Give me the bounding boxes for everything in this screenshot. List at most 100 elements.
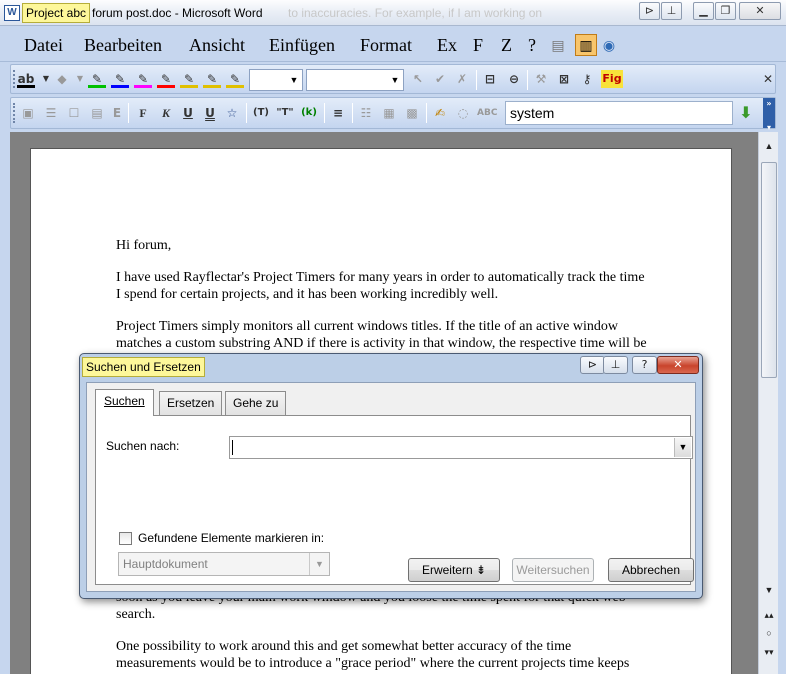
menu-format[interactable]: Format [360, 35, 412, 56]
green-down-arrow-icon[interactable]: ⬇ [737, 104, 755, 122]
menu-bar: Datei Bearbeiten Ansicht Einfügen Format… [0, 28, 786, 62]
tab-ersetzen[interactable]: Ersetzen [159, 391, 223, 415]
highlight-checkbox[interactable] [119, 532, 132, 545]
double-underline-icon[interactable]: U [201, 104, 219, 122]
paste-icon[interactable]: ▤ [88, 104, 106, 122]
weitersuchen-button[interactable]: Weitersuchen [512, 558, 594, 582]
scroll-down-icon[interactable]: ▼ [759, 582, 779, 598]
save-icon[interactable]: ▣ [19, 104, 37, 122]
document-text-bottom[interactable]: soon as you leave your main work window … [116, 589, 648, 674]
menu-datei[interactable]: Datei [24, 35, 63, 56]
edit-note-icon[interactable]: ✍ [431, 104, 449, 122]
chevron-down-icon[interactable]: ▼ [71, 70, 89, 88]
dialog-pin-arrow-button[interactable]: ⊳ [580, 356, 605, 374]
doc-paragraph[interactable]: I have used Rayflectar's Project Timers … [116, 269, 648, 303]
align-right-icon[interactable]: ≡ [329, 104, 347, 122]
green-marker-icon[interactable]: ✎ [88, 70, 106, 88]
close-icon[interactable]: ✕ [759, 70, 777, 88]
yellow-marker-alt-icon[interactable]: ✎ [203, 70, 221, 88]
dialog-pin-button[interactable]: ⊥ [603, 356, 628, 374]
toolbar-grip[interactable] [13, 103, 16, 123]
text-caret [232, 440, 233, 455]
box-icon[interactable]: ☐ [65, 104, 83, 122]
dialog-help-button[interactable]: ? [632, 356, 657, 374]
italic-icon[interactable]: K [157, 104, 175, 122]
browse-object-icon[interactable]: ○ [759, 625, 779, 641]
k-field-icon[interactable]: (k) [300, 104, 318, 122]
pin-arrow-button[interactable]: ⊳ [639, 2, 660, 20]
bold-icon[interactable]: F [134, 104, 152, 122]
dialog-close-button[interactable]: ✕ [657, 356, 699, 374]
outline-icon[interactable]: ☰ [42, 104, 60, 122]
toolbar-separator [527, 70, 528, 90]
spellcheck-icon[interactable]: ABC [477, 104, 497, 122]
erweitern-button[interactable]: Erweitern ⇟ [408, 558, 500, 582]
pointer-icon[interactable]: ↖ [409, 70, 427, 88]
previous-page-icon[interactable]: ▴▴ [759, 607, 779, 623]
field-t-icon[interactable]: (T) [252, 104, 270, 122]
doc-paragraph[interactable]: One possibility to work around this and … [116, 638, 648, 672]
scroll-up-icon[interactable]: ▲ [759, 138, 779, 154]
menu-bearbeiten[interactable]: Bearbeiten [84, 35, 162, 56]
close-window-button[interactable]: ✕ [739, 2, 781, 20]
star-icon[interactable]: ☆ [223, 104, 241, 122]
printer-icon[interactable]: ▤ [549, 37, 567, 53]
minimize-button[interactable]: ▁ [693, 2, 714, 20]
fig-icon[interactable]: Fig [601, 70, 623, 88]
yellow-marker-third-icon[interactable]: ✎ [226, 70, 244, 88]
abbrechen-button[interactable]: Abbrechen [608, 558, 694, 582]
search-input[interactable]: system [505, 101, 733, 125]
doc-paragraph[interactable]: Hi forum, [116, 237, 648, 254]
vertical-scrollbar[interactable]: ▲ ▼ ▴▴ ○ ▾▾ [758, 132, 778, 674]
comment-bubble-icon[interactable]: ◌ [454, 104, 472, 122]
shading-icon[interactable]: ◆ [53, 70, 71, 88]
underline-icon[interactable]: U [179, 104, 197, 122]
tab-gehe-zu[interactable]: Gehe zu [225, 391, 287, 415]
tab-suchen[interactable]: Suchen [95, 389, 154, 416]
highlight-icon[interactable]: ab [17, 70, 35, 88]
toolbar-overflow-icon[interactable]: » ▾ [763, 98, 775, 132]
scroll-thumb[interactable] [761, 162, 777, 378]
pink-marker-icon[interactable]: ✎ [134, 70, 152, 88]
restore-button[interactable]: ❐ [715, 2, 736, 20]
yellow-marker-icon[interactable]: ✎ [180, 70, 198, 88]
menu-extras[interactable]: Ex [437, 35, 457, 56]
highlight-checkbox-label[interactable]: Gefundene Elemente markieren in: [138, 531, 324, 545]
dialog-title: Suchen und Ersetzen [82, 357, 205, 377]
bullets-icon[interactable]: ☷ [357, 104, 375, 122]
menu-help[interactable]: ? [528, 35, 536, 56]
menu-einfuegen[interactable]: Einfügen [269, 35, 335, 56]
quote-t-icon[interactable]: "T" [276, 104, 294, 122]
toolbar-separator [426, 103, 427, 123]
web-settings-icon[interactable]: ◉ [600, 37, 618, 53]
strikethrough-icon[interactable]: ⊟ [481, 70, 499, 88]
chevron-down-icon: ▼ [309, 553, 329, 575]
red-marker-icon[interactable]: ✎ [157, 70, 175, 88]
location-select[interactable]: Hauptdokument ▼ [118, 552, 330, 576]
blue-marker-icon[interactable]: ✎ [111, 70, 129, 88]
insert-table-icon[interactable]: ▦ [380, 104, 398, 122]
reading-layout-icon[interactable]: ▥ [575, 34, 597, 56]
accept-change-icon[interactable]: ✔ [431, 70, 449, 88]
double-strike-icon[interactable]: ⊖ [505, 70, 523, 88]
pin-button[interactable]: ⊥ [661, 2, 682, 20]
chevron-down-icon[interactable]: ▼ [674, 438, 691, 457]
style-combo[interactable]: ▼ [249, 69, 303, 91]
cross-out-icon[interactable]: ⊠ [555, 70, 573, 88]
search-field[interactable]: ▼ [229, 436, 693, 459]
tools-icon[interactable]: ⚒ [532, 70, 550, 88]
dialog-body: Suchen Ersetzen Gehe zu Suchen nach: ▼ G… [86, 382, 696, 592]
next-page-icon[interactable]: ▾▾ [759, 644, 779, 660]
key-icon[interactable]: ⚷ [578, 70, 596, 88]
e-icon[interactable]: E [108, 104, 126, 122]
toolbar-grip[interactable] [13, 70, 16, 88]
reject-change-icon[interactable]: ✗ [453, 70, 471, 88]
menu-fenster[interactable]: F [473, 35, 483, 56]
menu-ansicht[interactable]: Ansicht [189, 35, 245, 56]
word-doc-icon[interactable]: W [4, 5, 20, 21]
menu-z[interactable]: Z [501, 35, 512, 56]
grid-icon[interactable]: ▩ [403, 104, 421, 122]
font-combo[interactable]: ▼ [306, 69, 404, 91]
toolbar-separator [246, 103, 247, 123]
formatting-toolbar: ab ▼ ◆ ▼ ✎ ✎ ✎ ✎ ✎ ✎ ✎ ▼ ▼ ↖ ✔ ✗ ⊟ ⊖ ⚒ ⊠… [10, 64, 776, 94]
